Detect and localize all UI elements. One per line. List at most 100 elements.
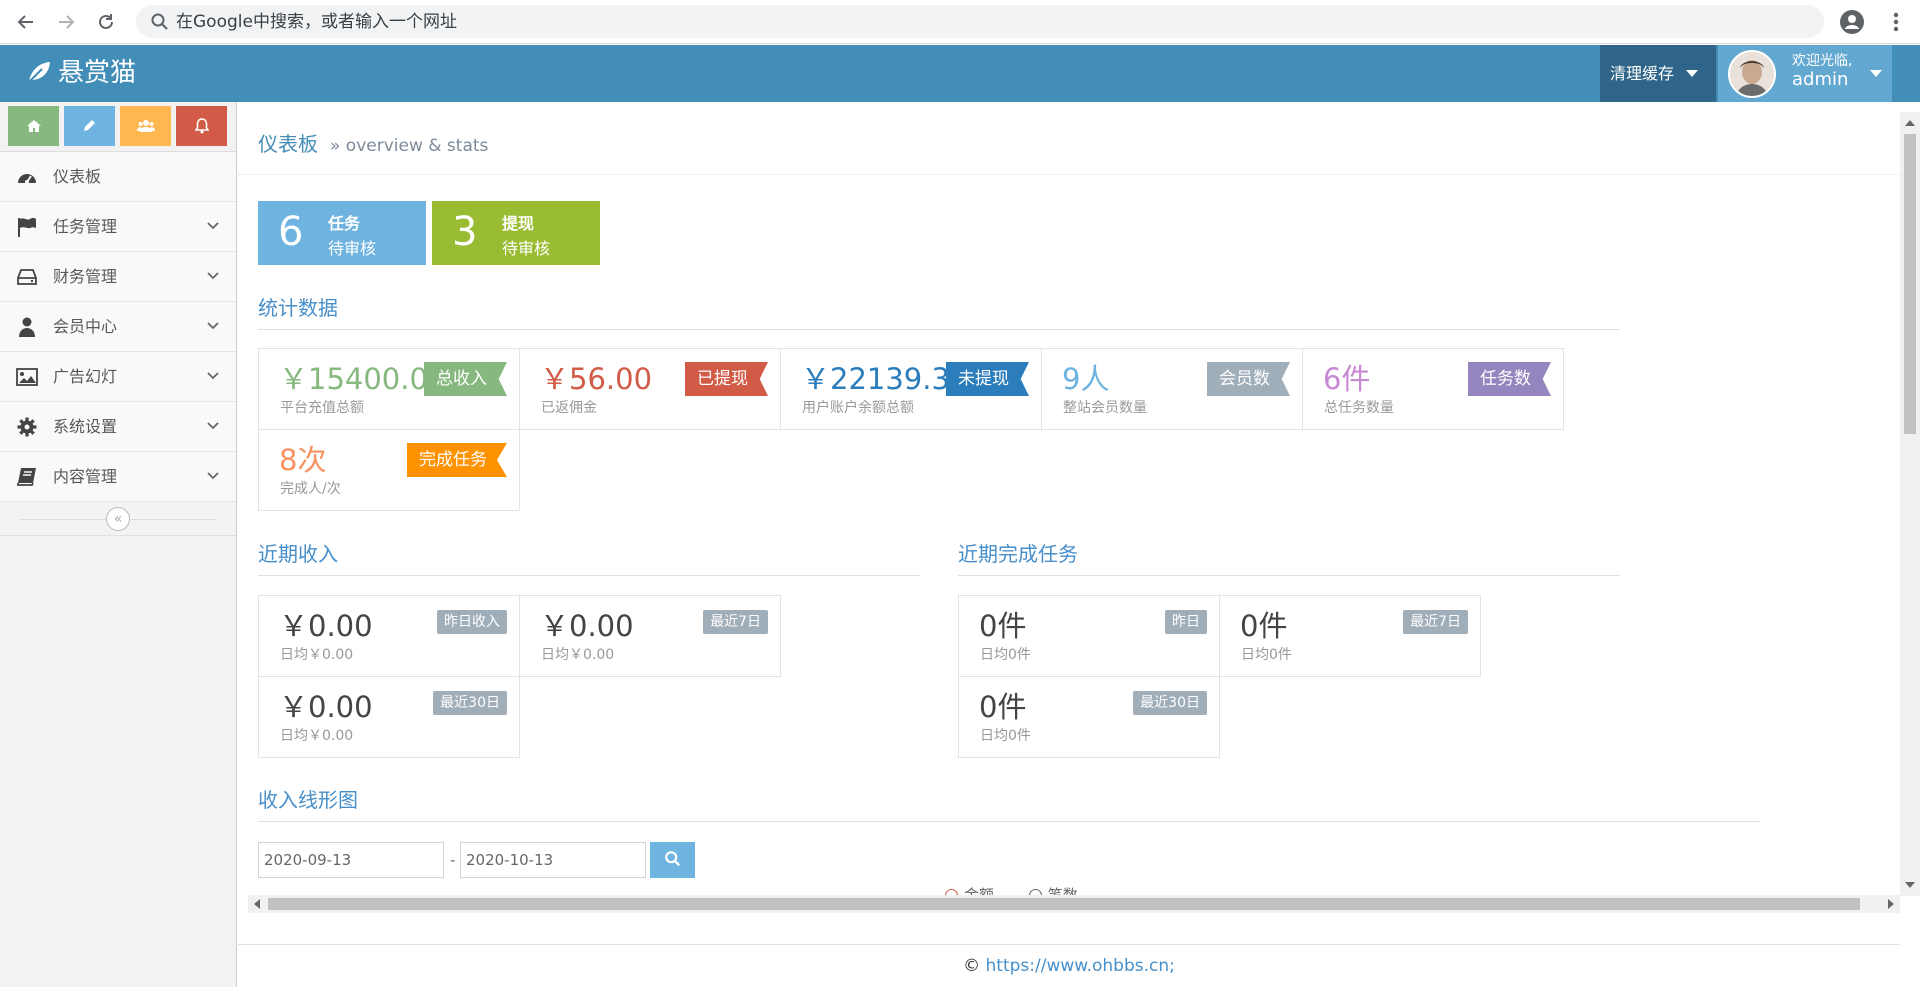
income-card-7days: ￥0.00 日均￥0.00 最近7日 [519, 595, 781, 677]
shortcut-notifications-button[interactable] [176, 106, 227, 146]
stat-desc: 总任务数量 [1324, 400, 1394, 416]
chevron-down-icon [207, 222, 219, 230]
scroll-left-arrow-icon[interactable] [254, 899, 260, 909]
income-card-30days: ￥0.00 日均￥0.00 最近30日 [258, 676, 520, 758]
vertical-scrollbar[interactable] [1900, 112, 1920, 896]
username: admin [1792, 69, 1849, 90]
back-arrow-icon[interactable] [12, 8, 40, 36]
stat-value: 6件 [1323, 362, 1371, 396]
period-badge: 最近7日 [1403, 610, 1468, 634]
stat-tag: 总收入 [424, 362, 507, 396]
task-card-7days: 0件 日均0件 最近7日 [1219, 595, 1481, 677]
sidebar-item-label: 会员中心 [53, 317, 118, 336]
caret-down-icon [1870, 70, 1882, 77]
stat-desc: 日均0件 [1241, 647, 1292, 663]
sidebar-collapse-button[interactable]: « [106, 507, 130, 531]
sidebar-item-dashboard[interactable]: 仪表板 [0, 152, 236, 202]
stat-value: ￥0.00 [279, 690, 373, 724]
period-badge: 昨日收入 [437, 610, 507, 634]
welcome-text: 欢迎光临, [1792, 53, 1853, 69]
pending-tasks-box[interactable]: 6 任务 待审核 [258, 201, 426, 265]
search-icon [151, 13, 168, 30]
section-title-income-chart: 收入线形图 [258, 784, 1760, 822]
reload-icon[interactable] [92, 8, 120, 36]
shortcut-home-button[interactable] [8, 106, 59, 146]
forward-arrow-icon[interactable] [52, 8, 80, 36]
stat-desc: 完成人/次 [280, 481, 341, 497]
divider [238, 174, 1900, 175]
task-card-30days: 0件 日均0件 最近30日 [958, 676, 1220, 758]
stat-tag: 任务数 [1468, 362, 1551, 396]
scroll-thumb[interactable] [268, 898, 1860, 910]
home-icon [26, 119, 41, 132]
scroll-up-arrow-icon[interactable] [1905, 120, 1915, 126]
flag-icon [18, 217, 36, 237]
copyright-symbol: © [963, 956, 981, 976]
page-title-text: 仪表板 [258, 132, 318, 156]
stat-value: 0件 [979, 609, 1027, 643]
period-badge: 昨日 [1165, 610, 1207, 634]
footer: © https://www.ohbbs.cn; [238, 944, 1900, 987]
app-header: 悬赏猫 清理缓存 欢迎光临, admin [0, 45, 1920, 102]
chart-legend: 金额 笔数 [945, 884, 1078, 895]
sidebar-item-members[interactable]: 会员中心 [0, 302, 236, 352]
chevron-down-icon [207, 472, 219, 480]
cog-icon [17, 417, 37, 437]
section-title-recent-income: 近期收入 [258, 538, 920, 576]
kebab-menu-icon[interactable] [1886, 8, 1906, 36]
sidebar: 仪表板 任务管理 财务管理 会员中心 广告幻灯 系统设置 内容管理 « [0, 102, 237, 987]
scroll-down-arrow-icon[interactable] [1905, 882, 1915, 888]
pending-count: 3 [452, 209, 478, 255]
browser-toolbar [0, 0, 1920, 44]
pending-label: 提现 [502, 214, 535, 233]
account-circle-icon[interactable] [1838, 8, 1866, 36]
user-menu[interactable]: 欢迎光临, admin [1718, 45, 1892, 102]
stat-card-tasks: 6件 总任务数量 任务数 [1302, 348, 1564, 430]
sidebar-item-ads[interactable]: 广告幻灯 [0, 352, 236, 402]
scroll-right-arrow-icon[interactable] [1888, 899, 1894, 909]
sidebar-item-content[interactable]: 内容管理 [0, 452, 236, 502]
shortcut-users-button[interactable] [120, 106, 171, 146]
stat-tag: 未提现 [946, 362, 1029, 396]
brand[interactable]: 悬赏猫 [26, 56, 136, 90]
pencil-icon [84, 120, 95, 132]
sidebar-shortcuts [0, 102, 236, 152]
stat-card-not-withdrawn: ￥22139.34 用户账户余额总额 未提现 [780, 348, 1042, 430]
hdd-icon [17, 269, 37, 285]
dashboard-icon [18, 174, 36, 184]
pending-withdraw-box[interactable]: 3 提现 待审核 [432, 201, 600, 265]
period-badge: 最近30日 [433, 691, 507, 715]
horizontal-scrollbar[interactable] [248, 895, 1900, 913]
start-date-input[interactable] [258, 842, 444, 878]
pending-sublabel: 待审核 [328, 239, 377, 258]
address-bar[interactable] [136, 5, 1824, 38]
chevron-down-icon [207, 272, 219, 280]
period-badge: 最近30日 [1133, 691, 1207, 715]
picture-icon [16, 368, 38, 386]
sidebar-item-task-management[interactable]: 任务管理 [0, 202, 236, 252]
book-icon [17, 468, 36, 486]
search-icon [664, 850, 680, 866]
sidebar-item-finance[interactable]: 财务管理 [0, 252, 236, 302]
legend-label: 笔数 [1047, 886, 1078, 895]
avatar [1728, 50, 1776, 98]
pending-count: 6 [278, 209, 304, 255]
shortcut-edit-button[interactable] [64, 106, 115, 146]
sidebar-item-settings[interactable]: 系统设置 [0, 402, 236, 452]
task-card-yesterday: 0件 日均0件 昨日 [958, 595, 1220, 677]
stat-value: 9人 [1062, 362, 1110, 396]
sidebar-item-label: 系统设置 [53, 417, 118, 436]
footer-link[interactable]: https://www.ohbbs.cn; [986, 956, 1175, 976]
sidebar-item-label: 财务管理 [53, 267, 118, 286]
stat-desc: 日均￥0.00 [541, 647, 615, 663]
address-input[interactable] [176, 5, 1776, 38]
clear-cache-button[interactable]: 清理缓存 [1600, 45, 1716, 102]
end-date-input[interactable] [460, 842, 646, 878]
scroll-thumb[interactable] [1904, 134, 1916, 434]
chart-search-button[interactable] [650, 842, 695, 878]
sidebar-item-label: 广告幻灯 [53, 367, 118, 386]
chevron-down-icon [207, 422, 219, 430]
stat-value: ￥0.00 [540, 609, 634, 643]
stat-value: 0件 [1240, 609, 1288, 643]
stat-value: ￥56.00 [540, 362, 653, 396]
